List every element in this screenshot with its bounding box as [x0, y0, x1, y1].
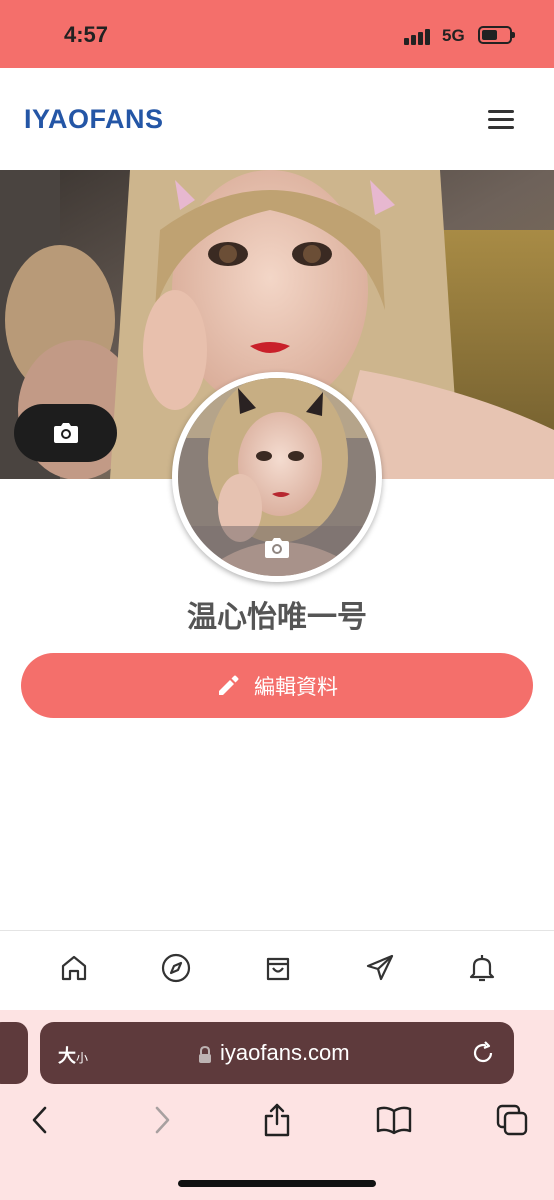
cover-camera-button[interactable] — [14, 404, 117, 462]
bookmarks-icon[interactable] — [376, 1102, 412, 1138]
url-text: iyaofans.com — [220, 1040, 350, 1065]
home-icon[interactable] — [57, 951, 91, 985]
text-size-button[interactable]: 大小 — [58, 1042, 88, 1068]
back-icon[interactable] — [22, 1102, 58, 1138]
tabs-icon[interactable] — [494, 1102, 530, 1138]
status-bar: 4:57 5G — [0, 0, 554, 68]
profile-avatar[interactable] — [172, 372, 382, 582]
bottom-nav — [0, 930, 554, 1010]
bell-icon[interactable] — [465, 951, 499, 985]
share-icon[interactable] — [259, 1102, 295, 1138]
forward-icon[interactable] — [144, 1102, 180, 1138]
battery-icon — [478, 26, 515, 44]
browser-chrome: 大小 iyaofans.com — [0, 1010, 554, 1200]
network-type: 5G — [442, 26, 465, 45]
home-indicator — [178, 1180, 376, 1187]
edit-profile-button[interactable]: 編輯資料 — [21, 653, 533, 718]
address-bar[interactable]: 大小 iyaofans.com — [40, 1022, 514, 1084]
camera-icon — [53, 423, 78, 443]
site-logo[interactable]: IYAOFANS — [24, 104, 164, 135]
lock-icon — [199, 1046, 211, 1063]
shopping-bag-icon[interactable] — [261, 951, 295, 985]
edit-profile-label: 編輯資料 — [254, 674, 338, 699]
hamburger-menu-icon[interactable] — [486, 108, 516, 132]
camera-icon — [265, 538, 289, 558]
compass-icon[interactable] — [159, 951, 193, 985]
app-header: IYAOFANS — [0, 68, 554, 170]
signal-icon — [404, 27, 432, 45]
send-icon[interactable] — [363, 951, 397, 985]
previous-tab[interactable] — [0, 1022, 28, 1084]
pencil-icon — [219, 675, 239, 695]
reload-icon[interactable] — [470, 1040, 496, 1066]
profile-name: 温心怡唯一号 — [187, 600, 367, 635]
status-time: 4:57 — [64, 22, 109, 47]
